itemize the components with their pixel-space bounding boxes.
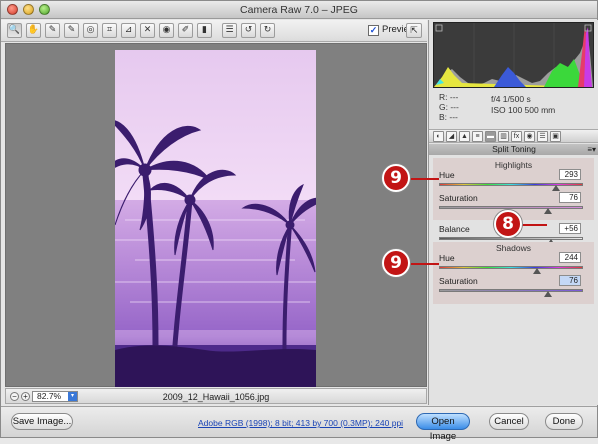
- white-balance-icon[interactable]: ✎: [45, 23, 60, 38]
- camera-readout: R: --- G: --- B: --- f/4 1/500 s ISO 100…: [433, 90, 594, 128]
- hand-icon[interactable]: ✋: [26, 23, 41, 38]
- readout-b: B: ---: [439, 112, 458, 122]
- camera-raw-window: Camera Raw 7.0 – JPEG 🔍 ✋ ✎ ✎ ◎ ⌗ ⊿ ✕ ◉ ✐ ▮ ☰ ↺ ↻ ✓ P…: [0, 0, 598, 442]
- done-button[interactable]: Done: [545, 413, 583, 430]
- callout-badge: 9: [382, 164, 410, 192]
- presets-tab-icon[interactable]: ☰: [537, 131, 548, 142]
- camera-calibration-tab-icon[interactable]: ◉: [524, 131, 535, 142]
- highlights-hue-slider[interactable]: [439, 183, 583, 186]
- panel-tabs: ◐ ◢ ▲ ≡ ▬ ▥ fx ◉ ☰ ▣: [429, 129, 598, 143]
- bottom-bar: Save Image... Adobe RGB (1998); 8 bit; 4…: [1, 406, 597, 442]
- targeted-adjustment-icon[interactable]: ◎: [83, 23, 98, 38]
- shadows-hue-slider[interactable]: [439, 266, 583, 269]
- straighten-icon[interactable]: ⊿: [121, 23, 136, 38]
- highlights-saturation-slider[interactable]: [439, 206, 583, 209]
- adjustment-brush-icon[interactable]: ✐: [178, 23, 193, 38]
- histogram: [433, 22, 594, 88]
- crop-icon[interactable]: ⌗: [102, 23, 117, 38]
- exif-info: f/4 1/500 s ISO 100 500 mm: [491, 94, 555, 116]
- histogram-graph: [434, 23, 593, 87]
- readout-r: R: ---: [439, 92, 459, 102]
- window-title: Camera Raw 7.0 – JPEG: [240, 4, 358, 16]
- graduated-filter-icon[interactable]: ▮: [197, 23, 212, 38]
- shadows-saturation-slider[interactable]: [439, 289, 583, 292]
- photo-preview: [115, 50, 316, 387]
- effects-tab-icon[interactable]: fx: [511, 131, 522, 142]
- cancel-button[interactable]: Cancel: [489, 413, 529, 430]
- file-name: 2009_12_Hawaii_1056.jpg: [162, 392, 270, 402]
- rotate-left-icon[interactable]: ↺: [241, 23, 256, 38]
- highlights-saturation-label: Saturation: [439, 193, 478, 203]
- rgb-readout: R: --- G: --- B: ---: [439, 92, 459, 122]
- shadows-saturation-field[interactable]: 76: [559, 275, 581, 286]
- lens-corrections-tab-icon[interactable]: ▥: [498, 131, 509, 142]
- highlights-hue-thumb[interactable]: [551, 185, 560, 191]
- title-bar: Camera Raw 7.0 – JPEG: [1, 1, 597, 19]
- readout-g: G: ---: [439, 102, 459, 112]
- balance-label: Balance: [439, 224, 470, 234]
- callout-badge: 8: [494, 210, 522, 238]
- shadows-saturation-thumb[interactable]: [544, 291, 553, 297]
- callout-connector: [521, 224, 547, 226]
- toolbar: 🔍 ✋ ✎ ✎ ◎ ⌗ ⊿ ✕ ◉ ✐ ▮ ☰ ↺ ↻ ✓ Preview ⇱: [1, 20, 427, 42]
- highlights-hue-label: Hue: [439, 170, 455, 180]
- snapshots-tab-icon[interactable]: ▣: [550, 131, 561, 142]
- callout-badge: 9: [382, 249, 410, 277]
- open-image-button[interactable]: Open Image: [416, 413, 470, 442]
- preview-checkbox[interactable]: ✓: [368, 25, 379, 36]
- detail-tab-icon[interactable]: ▲: [459, 131, 470, 142]
- panel-menu-icon[interactable]: ≡▾: [587, 144, 596, 155]
- shadows-saturation-label: Saturation: [439, 276, 478, 286]
- balance-field[interactable]: +56: [559, 223, 581, 234]
- panel-title: Split Toning: [492, 144, 536, 154]
- split-toning-tab-icon[interactable]: ▬: [485, 131, 496, 142]
- highlights-saturation-field[interactable]: 76: [559, 192, 581, 203]
- shadows-hue-thumb[interactable]: [532, 268, 541, 274]
- hsl-tab-icon[interactable]: ≡: [472, 131, 483, 142]
- aperture-shutter: f/4 1/500 s: [491, 94, 531, 104]
- save-image-button[interactable]: Save Image...: [11, 413, 73, 430]
- shadows-hue-field[interactable]: 244: [559, 252, 581, 263]
- highlights-hue-field[interactable]: 293: [559, 169, 581, 180]
- basic-tab-icon[interactable]: ◐: [433, 131, 444, 142]
- rotate-right-icon[interactable]: ↻: [260, 23, 275, 38]
- color-sampler-icon[interactable]: ✎: [64, 23, 79, 38]
- callout-connector: [409, 263, 439, 265]
- panel-header: Split Toning ≡▾: [429, 144, 598, 155]
- workflow-options-link[interactable]: Adobe RGB (1998); 8 bit; 413 by 700 (0.3…: [198, 418, 403, 428]
- zoom-icon[interactable]: 🔍: [7, 23, 22, 38]
- highlights-saturation-thumb[interactable]: [544, 208, 553, 214]
- canvas-status-bar: − + 82.7% ▾ 2009_12_Hawaii_1056.jpg: [5, 388, 427, 404]
- image-preview-area[interactable]: [5, 43, 427, 387]
- red-eye-icon[interactable]: ◉: [159, 23, 174, 38]
- callout-connector: [409, 178, 439, 180]
- photo-image: [115, 50, 316, 387]
- preferences-icon[interactable]: ☰: [222, 23, 237, 38]
- fullscreen-toggle-button[interactable]: ⇱: [406, 23, 422, 38]
- tone-curve-tab-icon[interactable]: ◢: [446, 131, 457, 142]
- shadows-hue-label: Hue: [439, 253, 455, 263]
- iso-focal: ISO 100 500 mm: [491, 105, 556, 115]
- spot-removal-icon[interactable]: ✕: [140, 23, 155, 38]
